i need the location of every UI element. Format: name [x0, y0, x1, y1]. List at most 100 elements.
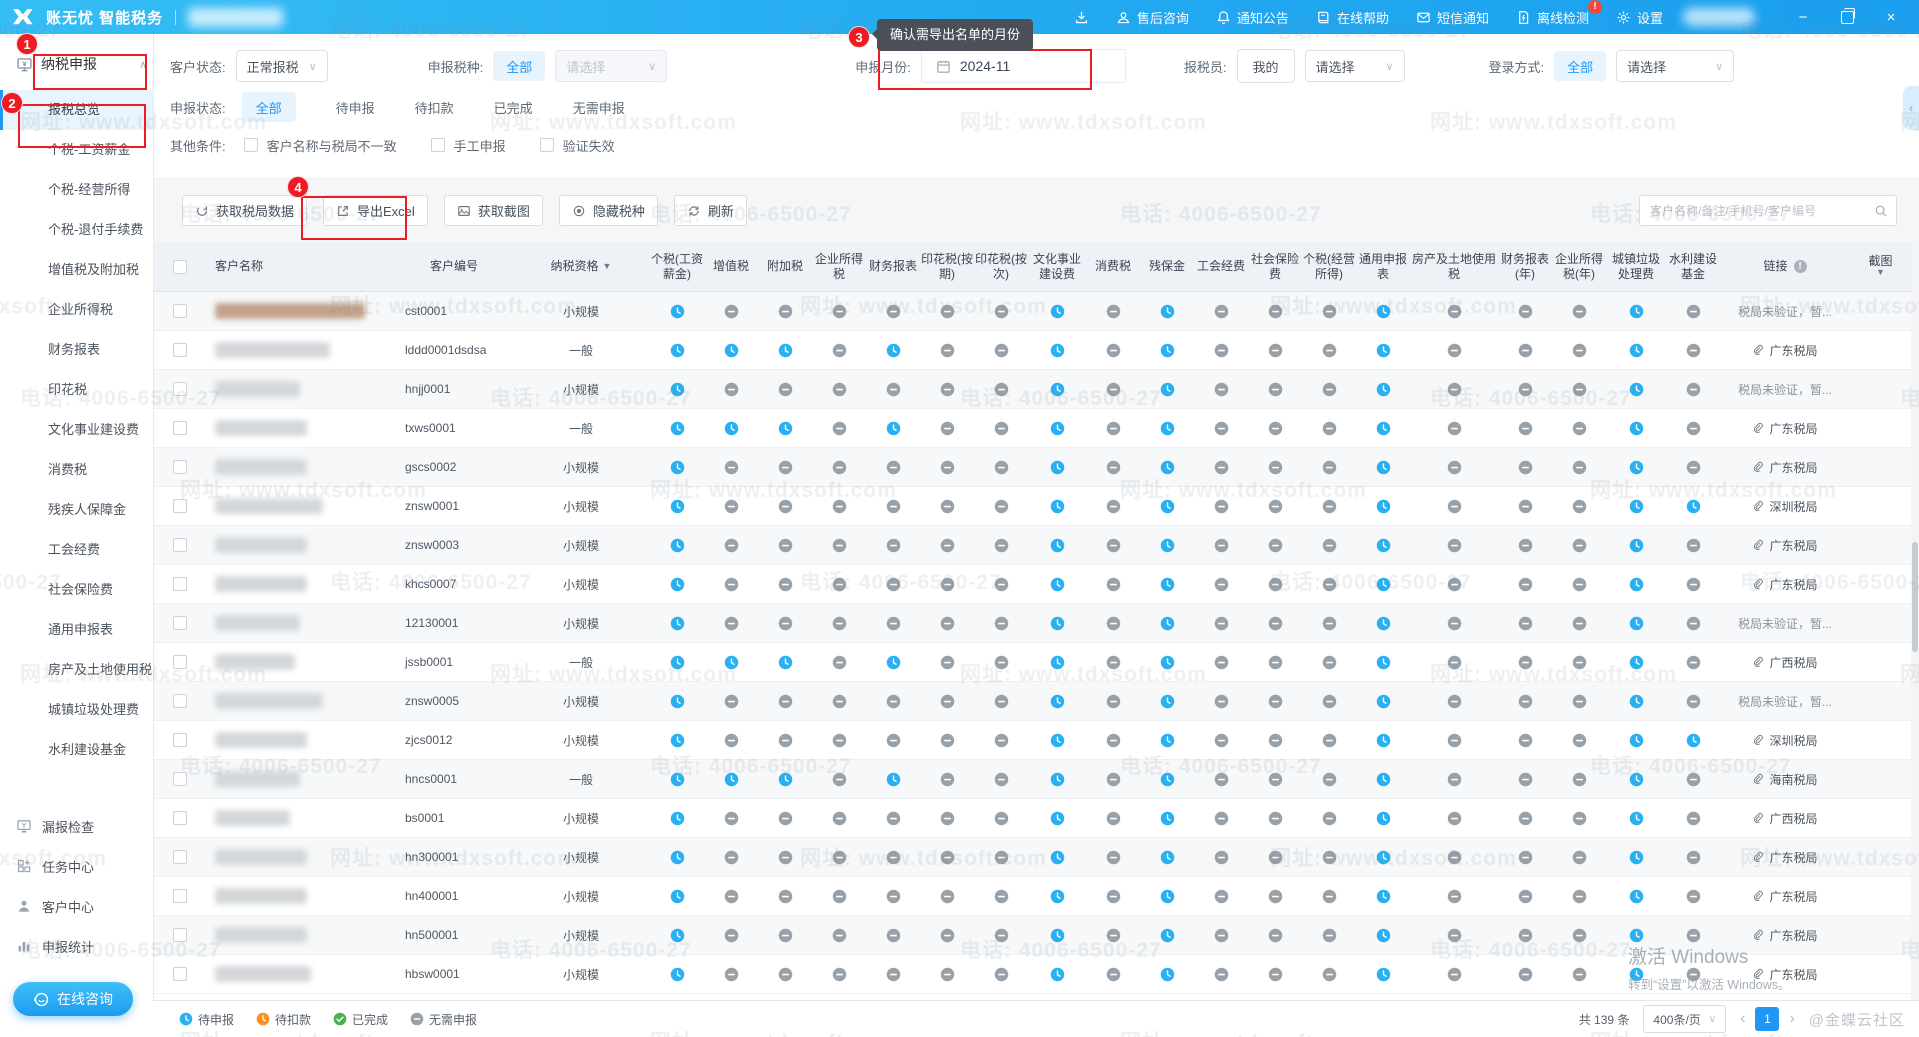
status-none-icon[interactable] [1447, 928, 1462, 943]
status-none-icon[interactable] [1268, 577, 1283, 592]
topbar-item-doc[interactable]: 离线检测! [1516, 8, 1589, 27]
status-pending-icon[interactable] [1376, 967, 1391, 982]
next-page-button[interactable]: › [1789, 1011, 1794, 1027]
status-pending-icon[interactable] [1050, 694, 1065, 709]
status-none-icon[interactable] [1686, 772, 1701, 787]
status-none-icon[interactable] [1447, 382, 1462, 397]
status-none-icon[interactable] [778, 850, 793, 865]
status-none-icon[interactable] [994, 655, 1009, 670]
status-none-icon[interactable] [778, 304, 793, 319]
status-none-icon[interactable] [994, 928, 1009, 943]
status-none-icon[interactable] [1518, 928, 1533, 943]
row-checkbox[interactable] [173, 811, 187, 825]
current-page-button[interactable]: 1 [1755, 1007, 1779, 1031]
status-pending-icon[interactable] [670, 343, 685, 358]
topbar-item-book[interactable]: 在线帮助 [1316, 8, 1389, 27]
sidebar-item[interactable]: 财务报表 [0, 330, 153, 370]
row-checkbox[interactable] [173, 967, 187, 981]
tax-bureau-link[interactable]: 广东税局 [1769, 888, 1817, 905]
tax-bureau-link[interactable]: 深圳税局 [1769, 732, 1817, 749]
status-none-icon[interactable] [1106, 733, 1121, 748]
status-none-icon[interactable] [832, 928, 847, 943]
status-none-icon[interactable] [1518, 382, 1533, 397]
status-none-icon[interactable] [1572, 538, 1587, 553]
sidebar-item[interactable]: 消费税 [0, 450, 153, 490]
status-none-icon[interactable] [832, 655, 847, 670]
status-none-icon[interactable] [886, 382, 901, 397]
tax-bureau-link[interactable]: 广东税局 [1769, 537, 1817, 554]
status-none-icon[interactable] [1268, 655, 1283, 670]
status-none-icon[interactable] [994, 499, 1009, 514]
table-row[interactable]: bs0001小规模广西税局 [153, 799, 1911, 838]
status-none-icon[interactable] [1518, 421, 1533, 436]
status-pending-icon[interactable] [1050, 772, 1065, 787]
status-pending-icon[interactable] [1376, 577, 1391, 592]
status-none-icon[interactable] [940, 889, 955, 904]
status-pending-icon[interactable] [1050, 616, 1065, 631]
sidebar-item[interactable]: 个税-经营所得 [0, 170, 153, 210]
status-none-icon[interactable] [1518, 616, 1533, 631]
status-none-icon[interactable] [1106, 772, 1121, 787]
row-checkbox[interactable] [173, 304, 187, 318]
status-pending-icon[interactable] [1629, 304, 1644, 319]
status-pending-icon[interactable] [1376, 460, 1391, 475]
row-checkbox[interactable] [173, 733, 187, 747]
tax-type-all-chip[interactable]: 全部 [493, 51, 545, 81]
declare-status-option[interactable]: 待申报 [336, 98, 375, 117]
sidebar-item[interactable]: 报税总览 [0, 90, 153, 130]
status-none-icon[interactable] [1322, 343, 1337, 358]
login-mode-all-chip[interactable]: 全部 [1554, 51, 1606, 81]
status-pending-icon[interactable] [1050, 538, 1065, 553]
status-none-icon[interactable] [886, 577, 901, 592]
search-icon[interactable] [1874, 204, 1888, 218]
status-none-icon[interactable] [940, 850, 955, 865]
status-pending-icon[interactable] [670, 928, 685, 943]
status-none-icon[interactable] [1572, 694, 1587, 709]
status-none-icon[interactable] [1447, 538, 1462, 553]
status-none-icon[interactable] [1106, 967, 1121, 982]
customer-status-select[interactable]: 正常报税 ∨ [236, 50, 328, 82]
status-none-icon[interactable] [778, 694, 793, 709]
status-none-icon[interactable] [724, 928, 739, 943]
declare-status-option[interactable]: 无需申报 [573, 98, 625, 117]
status-none-icon[interactable] [1268, 928, 1283, 943]
status-none-icon[interactable] [1572, 343, 1587, 358]
status-none-icon[interactable] [1686, 577, 1701, 592]
status-none-icon[interactable] [1106, 343, 1121, 358]
toolbar-button-refresh[interactable]: 获取税局数据 [182, 195, 307, 226]
chevron-up-icon[interactable]: ∧ [139, 58, 147, 71]
status-none-icon[interactable] [1572, 655, 1587, 670]
status-none-icon[interactable] [1322, 304, 1337, 319]
status-none-icon[interactable] [1268, 694, 1283, 709]
status-none-icon[interactable] [778, 460, 793, 475]
status-pending-icon[interactable] [1160, 694, 1175, 709]
tax-bureau-link[interactable]: 广东税局 [1769, 459, 1817, 476]
status-none-icon[interactable] [1447, 733, 1462, 748]
status-none-icon[interactable] [886, 928, 901, 943]
status-pending-icon[interactable] [1686, 733, 1701, 748]
status-pending-icon[interactable] [1629, 577, 1644, 592]
status-pending-icon[interactable] [1376, 421, 1391, 436]
sidebar-item[interactable]: 通用申报表 [0, 610, 153, 650]
status-none-icon[interactable] [1268, 343, 1283, 358]
sidebar-item[interactable]: 增值税及附加税 [0, 250, 153, 290]
page-size-select[interactable]: 400条/页 ∨ [1643, 1005, 1726, 1033]
status-pending-icon[interactable] [1160, 304, 1175, 319]
topbar-item-download[interactable] [1074, 10, 1089, 25]
status-pending-icon[interactable] [1629, 811, 1644, 826]
status-pending-icon[interactable] [1160, 811, 1175, 826]
row-checkbox[interactable] [173, 499, 187, 513]
status-none-icon[interactable] [1268, 967, 1283, 982]
sidebar-item[interactable]: 文化事业建设费 [0, 410, 153, 450]
status-pending-icon[interactable] [1050, 889, 1065, 904]
status-none-icon[interactable] [1447, 343, 1462, 358]
status-none-icon[interactable] [940, 811, 955, 826]
status-none-icon[interactable] [940, 655, 955, 670]
status-none-icon[interactable] [1686, 616, 1701, 631]
status-none-icon[interactable] [1447, 616, 1462, 631]
status-none-icon[interactable] [1518, 811, 1533, 826]
status-none-icon[interactable] [1268, 304, 1283, 319]
status-none-icon[interactable] [1572, 889, 1587, 904]
status-pending-icon[interactable] [1160, 733, 1175, 748]
status-none-icon[interactable] [1214, 421, 1229, 436]
